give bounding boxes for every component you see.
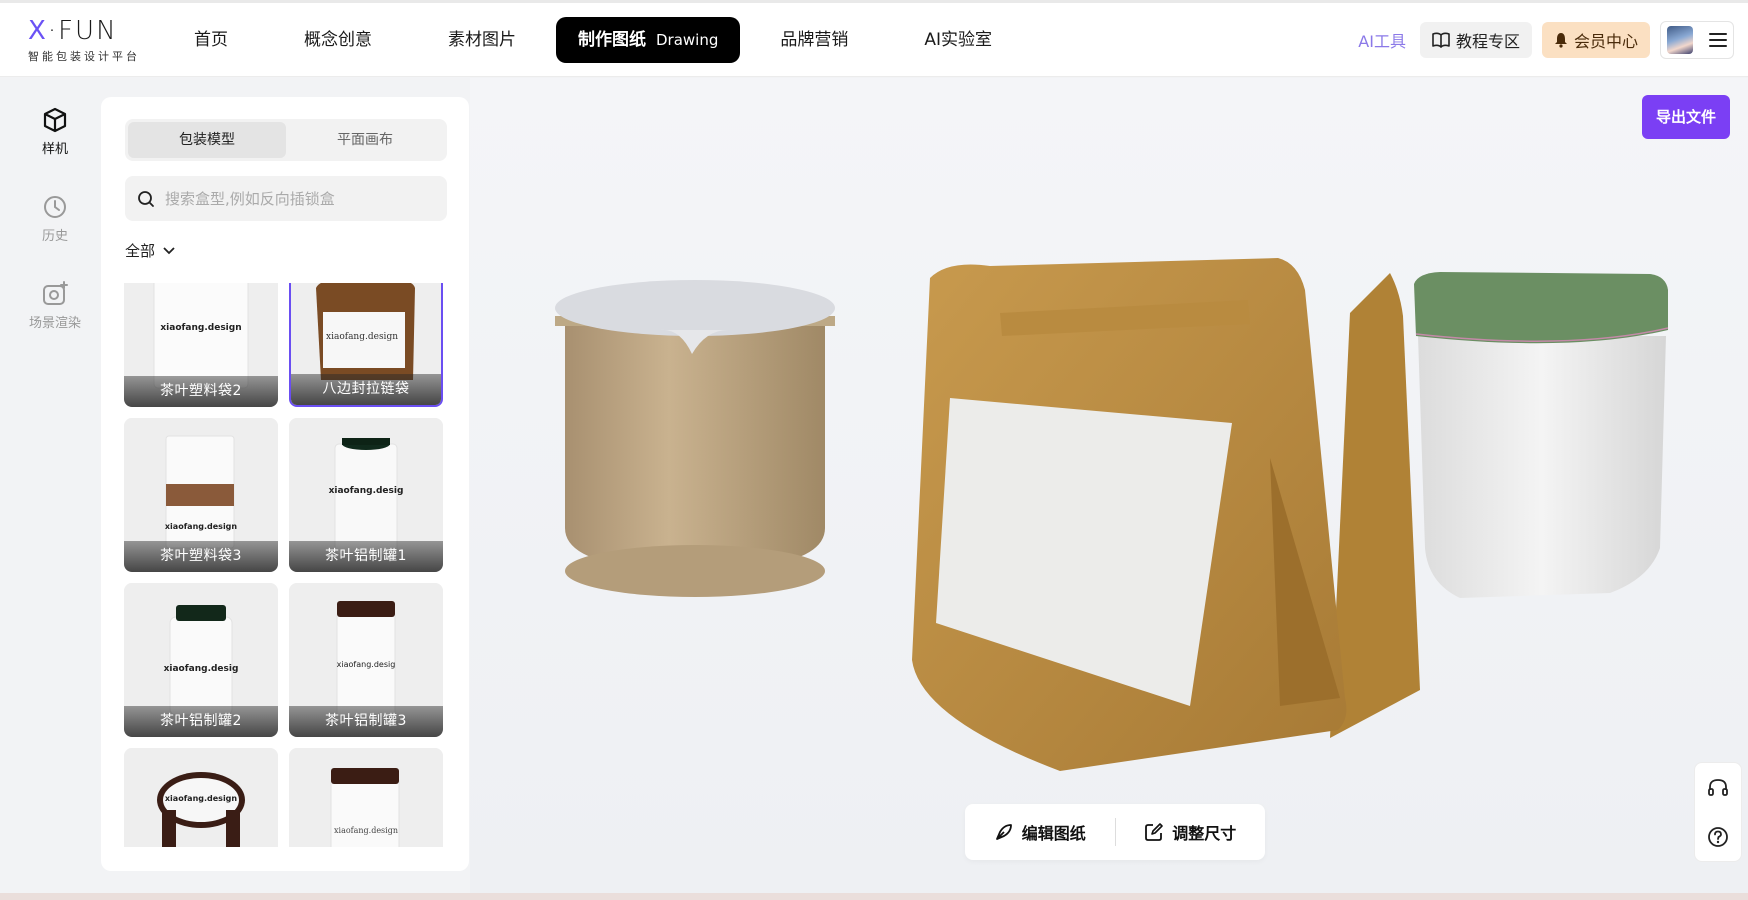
book-icon [1432,32,1450,48]
ai-tools-link[interactable]: AI工具 [1354,28,1410,52]
rail-label-mockup: 样机 [41,142,68,157]
main-nav: 首页 概念创意 素材图片 制作图纸 Drawing 品牌营销 AI实验室 [170,17,1016,63]
tab-flat-canvas[interactable]: 平面画布 [286,122,444,158]
model-card-label: 茶叶铝制罐2 [124,706,278,737]
edit-drawing-button[interactable]: 编辑图纸 [965,820,1115,844]
model-grid: xiaofang.design 茶叶塑料袋2 xiaofang.design 八… [124,283,454,847]
edit-square-icon [1145,823,1164,841]
logo[interactable]: X ·FUN 智能包装设计平台 [28,16,148,63]
model-card[interactable]: xiaofang.design [289,748,443,847]
model-card-label: 茶叶铝制罐3 [289,706,443,737]
model-search[interactable] [125,176,447,221]
cylinder-can-model[interactable] [555,280,835,597]
cube-icon [43,107,67,133]
nav-drawing[interactable]: 制作图纸 Drawing [556,17,741,63]
model-card[interactable]: xiaofang.design [124,748,278,847]
pen-icon [995,824,1012,840]
tutorial-label: 教程专区 [1455,32,1520,51]
rail-label-history: 历史 [41,229,68,244]
rail-item-mockup[interactable]: 样机 [0,106,110,157]
avatar[interactable] [1667,26,1693,54]
resize-label: 调整尺寸 [1172,824,1237,843]
vip-label: 会员中心 [1573,32,1638,51]
hamburger-menu-icon[interactable] [1709,33,1727,47]
nav-concept[interactable]: 概念创意 [280,17,396,63]
3d-preview-canvas[interactable] [470,78,1748,893]
logo-subtitle: 智能包装设计平台 [28,50,140,63]
nav-drawing-sub: Drawing [656,31,719,49]
nav-home[interactable]: 首页 [170,17,252,63]
tutorial-button[interactable]: 教程专区 [1419,22,1532,58]
thumb-brand-text: xiaofang.desig [336,660,396,669]
rail-item-scene-render[interactable]: 场景渲染 [0,280,110,331]
logo-mark: X ·FUN [28,16,148,46]
model-card-label: 茶叶塑料袋2 [124,376,278,407]
rail-item-history[interactable]: 历史 [0,193,110,244]
user-menu[interactable] [1660,21,1734,59]
model-grid-scroll[interactable]: xiaofang.design 茶叶塑料袋2 xiaofang.design 八… [124,283,454,847]
help-icon[interactable] [1707,826,1729,848]
export-file-button[interactable]: 导出文件 [1641,95,1730,139]
thumb-brand-text: xiaofang.desig [328,486,404,496]
model-library-panel: 包装模型 平面画布 全部 xiaofang.design 茶叶塑料袋2 [101,97,469,871]
nav-drawing-label: 制作图纸 [578,30,646,50]
thumb-brand-text: xiaofang.design [326,332,398,342]
thumb-brand-text: xiaofang.design [164,794,238,803]
thumb-brand-text: xiaofang.design [164,522,238,531]
headset-icon[interactable] [1707,777,1729,799]
model-card[interactable]: xiaofang.desig 茶叶铝制罐2 [124,583,278,737]
model-card-label: 茶叶塑料袋3 [124,541,278,572]
thumb-brand-text: xiaofang.design [160,323,242,333]
bottom-scroll-strip [0,893,1748,900]
resize-button[interactable]: 调整尺寸 [1116,820,1266,844]
square-tin-model[interactable] [1414,272,1669,598]
filter-label: 全部 [125,242,156,260]
model-card[interactable]: xiaofang.design 茶叶塑料袋3 [124,418,278,572]
header-actions: AI工具 教程专区 会员中心 [1354,21,1734,59]
nav-materials[interactable]: 素材图片 [424,17,540,63]
model-card-label: 茶叶铝制罐1 [289,541,443,572]
model-card[interactable]: xiaofang.design 茶叶塑料袋2 [124,283,278,407]
logo-wordmark: ·FUN [47,16,118,46]
support-widget [1694,762,1742,862]
thumb-brand-text: xiaofang.design [334,826,398,835]
left-tool-rail: 样机 历史 场景渲染 [0,78,100,900]
rail-label-scene-render: 场景渲染 [28,316,81,331]
panel-tabs: 包装模型 平面画布 [125,119,447,161]
bell-icon [1554,33,1567,48]
thumb-brand-text: xiaofang.desig [163,664,239,674]
category-filter[interactable]: 全部 [125,240,175,261]
edit-drawing-label: 编辑图纸 [1021,824,1086,843]
mockup-scene [555,258,1669,771]
chevron-down-icon [163,246,175,254]
nav-brand-marketing[interactable]: 品牌营销 [756,17,872,63]
model-card[interactable]: xiaofang.desig 茶叶铝制罐3 [289,583,443,737]
canvas-action-bar: 编辑图纸 调整尺寸 [965,804,1265,860]
search-icon [138,190,154,207]
model-card[interactable]: xiaofang.desig 茶叶铝制罐1 [289,418,443,572]
logo-x-glyph: X [28,16,48,46]
top-navigation-bar: X ·FUN 智能包装设计平台 首页 概念创意 素材图片 制作图纸 Drawing … [0,0,1748,77]
search-input[interactable] [165,189,425,208]
tab-packaging-model[interactable]: 包装模型 [128,122,286,158]
vip-center-button[interactable]: 会员中心 [1541,22,1650,58]
camera-icon [43,281,68,305]
zip-pouch-model[interactable] [912,258,1420,771]
history-icon [44,196,66,218]
model-card-label: 八边封拉链袋 [291,374,441,405]
model-card-selected[interactable]: xiaofang.design 八边封拉链袋 [289,283,443,407]
nav-ai-lab[interactable]: AI实验室 [900,17,1016,63]
